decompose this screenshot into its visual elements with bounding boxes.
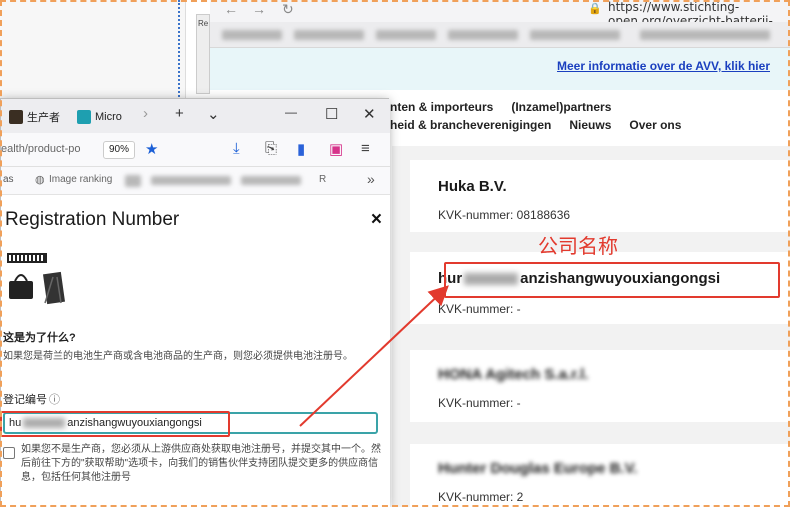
help-icon[interactable]: ⓘ: [49, 394, 60, 406]
bookmark-item[interactable]: Image ranking: [49, 174, 112, 185]
company-name: HONA Agitech S.a.r.l.: [438, 366, 589, 383]
star-icon[interactable]: ★: [145, 140, 158, 158]
nav-item-producers[interactable]: nten & importeurs: [390, 98, 493, 116]
tab-label: Micro: [95, 111, 122, 123]
purpose-description: 如果您是荷兰的电池生产商或含电池商品的生产商，则您必须提供电池注册号。: [3, 351, 353, 362]
info-banner: Meer informatie over de AVV, klik hier: [210, 48, 790, 90]
blurred-bookmark: [448, 30, 518, 40]
tab-scroll-icon[interactable]: ›: [143, 105, 148, 122]
avv-info-link[interactable]: Meer informatie over de AVV, klik hier: [557, 59, 770, 73]
window-close-button[interactable]: ✕: [363, 105, 376, 123]
extension-icon[interactable]: ⎘: [265, 140, 277, 157]
blurred-bookmark: [530, 30, 620, 40]
popup-toolbar: ealth/product-po 90% ★ ⤓ ⎘ ▮ ▣ ≡: [1, 133, 390, 167]
page-icon: [9, 110, 23, 124]
popup-url[interactable]: ealth/product-po: [1, 143, 99, 155]
registration-dialog: Registration Number × 这是为了什么? 如果您是荷兰的电池生…: [1, 195, 390, 507]
dialog-title: Registration Number: [5, 209, 180, 230]
nav-item-partners[interactable]: (Inzamel)partners: [511, 98, 611, 116]
tab-label: 生产者: [27, 112, 60, 124]
registration-field-label: 登记编号 ⓘ: [3, 391, 60, 407]
purpose-heading: 这是为了什么?: [3, 332, 76, 344]
partner-card: [410, 350, 790, 422]
company-name: Huka B.V.: [438, 178, 507, 195]
new-tab-button[interactable]: +: [175, 105, 184, 122]
forward-icon[interactable]: →: [252, 1, 266, 17]
minimize-button[interactable]: —: [285, 105, 297, 119]
kvk-number: KVK-nummer: -: [438, 396, 521, 410]
partner-list: Huka B.V. KVK-nummer: 08188636 hur anzish…: [392, 146, 790, 507]
panel-divider: [178, 0, 180, 100]
side-tab-label: Re: [198, 19, 209, 28]
blurred-bookmark: [640, 30, 770, 40]
menu-icon[interactable]: ≡: [361, 140, 370, 157]
tab-strip: 生产者 Micro › + ⌄ — ☐ ✕: [1, 99, 390, 133]
annotation-label: 公司名称: [538, 234, 618, 258]
not-producer-checkbox-label: 如果您不是生产商，您必须从上游供应商处获取电池注册号，并提交其中一个。然后前往下…: [21, 444, 381, 483]
download-icon[interactable]: ⤓: [233, 140, 240, 157]
kvk-number: KVK-nummer: 2: [438, 490, 524, 504]
background-left-panel: [0, 0, 186, 100]
nav-item-news[interactable]: Nieuws: [569, 116, 611, 134]
tab-list-button[interactable]: ⌄: [207, 105, 220, 123]
bookmark-item[interactable]: as: [3, 174, 14, 185]
dialog-close-button[interactable]: ×: [371, 209, 382, 231]
blurred-bookmark: [151, 176, 231, 185]
blurred-bookmark: [125, 175, 141, 187]
blurred-bookmark: [376, 30, 436, 40]
kvk-number: KVK-nummer: 08188636: [438, 208, 571, 222]
blurred-bookmark: [241, 176, 301, 185]
app-icon: [77, 110, 91, 124]
kvk-number: KVK-nummer: -: [438, 302, 521, 316]
highlight-box-company: [444, 262, 780, 298]
highlight-box-input: [0, 411, 230, 437]
bookmarks-overflow-button[interactable]: »: [367, 171, 375, 187]
background-bookmarks-bar: [210, 22, 790, 48]
popup-bookmarks-bar: as ◍ Image ranking R »: [1, 167, 390, 195]
side-tab[interactable]: Re: [196, 14, 210, 94]
company-name: Hunter Douglas Europe B.V.: [438, 460, 638, 477]
reload-icon[interactable]: ↻: [282, 1, 294, 18]
nav-item-about[interactable]: Over ons: [629, 116, 681, 134]
blurred-bookmark: [222, 30, 282, 40]
lock-icon: 🔒: [588, 3, 602, 15]
nav-item-government[interactable]: heid & brancheverenigingen: [390, 116, 551, 134]
popup-browser-window: 生产者 Micro › + ⌄ — ☐ ✕ ealth/product-po 9…: [0, 98, 390, 507]
screenshot-icon[interactable]: ▣: [329, 140, 343, 158]
site-navigation: nten & importeurs (Inzamel)partners heid…: [390, 98, 790, 134]
bookmark-item[interactable]: R: [319, 174, 326, 185]
background-toolbar: ← → ↻ 🔒 https://www.stichting-open.org/o…: [210, 0, 790, 42]
bookmark-icon: ◍: [35, 174, 45, 186]
tab-microsoft[interactable]: Micro: [77, 106, 122, 128]
reader-icon[interactable]: ▮: [297, 140, 305, 158]
not-producer-checkbox[interactable]: [3, 447, 15, 459]
field-label-text: 登记编号: [3, 394, 47, 406]
maximize-button[interactable]: ☐: [325, 105, 338, 123]
zoom-level[interactable]: 90%: [103, 141, 136, 159]
back-icon[interactable]: ←: [224, 1, 238, 17]
battery-products-illustration: [7, 253, 66, 305]
blurred-bookmark: [294, 30, 364, 40]
tab-producer[interactable]: 生产者: [9, 106, 60, 128]
